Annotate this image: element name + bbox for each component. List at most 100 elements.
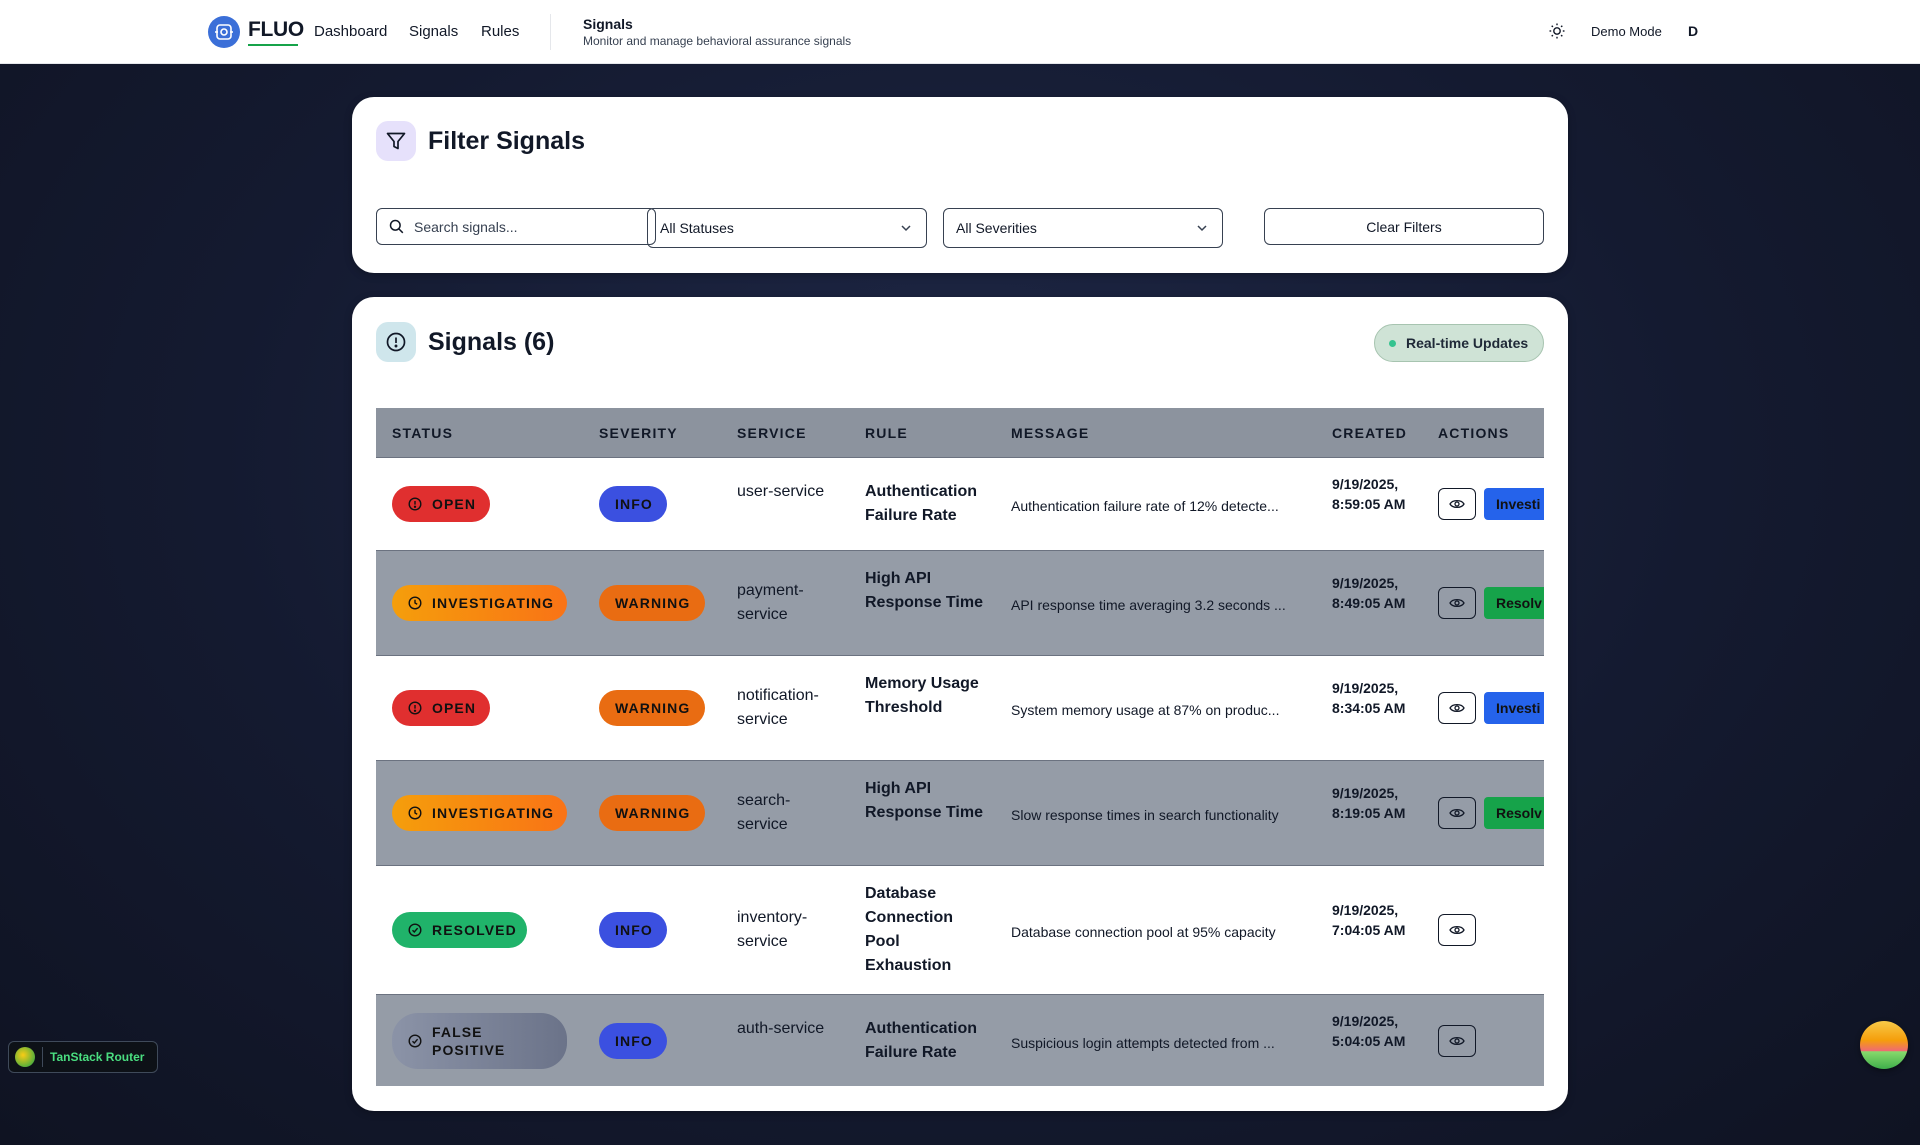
created-timestamp: 9/19/2025, 8:49:05 AM bbox=[1332, 575, 1406, 611]
message-text: Database connection pool at 95% capacity bbox=[1011, 924, 1276, 940]
devtools-label: TanStack Router bbox=[50, 1050, 145, 1064]
nav-link-dashboard[interactable]: Dashboard bbox=[314, 23, 387, 40]
column-header-actions: ACTIONS bbox=[1438, 425, 1510, 441]
created-timestamp: 9/19/2025, 5:04:05 AM bbox=[1332, 1013, 1406, 1049]
table-row[interactable]: FALSE POSITIVE INFO auth-service Authent… bbox=[376, 994, 1544, 1086]
table-row[interactable]: INVESTIGATING WARNING search-service Hig… bbox=[376, 760, 1544, 865]
chevron-down-icon bbox=[1197, 225, 1207, 232]
realtime-updates-badge: Real-time Updates bbox=[1374, 324, 1544, 362]
message-text: System memory usage at 87% on produc... bbox=[1011, 702, 1280, 718]
service-name: search-service bbox=[737, 792, 791, 833]
column-header-created[interactable]: CREATED bbox=[1332, 425, 1407, 441]
demo-mode-button[interactable]: Demo Mode bbox=[1591, 24, 1662, 39]
created-timestamp: 9/19/2025, 7:04:05 AM bbox=[1332, 902, 1406, 938]
service-name: user-service bbox=[737, 483, 825, 500]
rule-name: Memory Usage Threshold bbox=[865, 675, 979, 716]
nav-divider bbox=[550, 14, 551, 50]
column-header-rule[interactable]: RULE bbox=[865, 425, 908, 441]
message-text: Suspicious login attempts detected from … bbox=[1011, 1035, 1275, 1051]
signals-table: STATUS SEVERITY SERVICE RULE MESSAGE CRE… bbox=[376, 408, 1544, 1086]
filter-card: Filter Signals All Statuses All Severiti… bbox=[352, 97, 1568, 273]
eye-icon bbox=[1449, 808, 1465, 818]
column-header-severity[interactable]: SEVERITY bbox=[599, 425, 678, 441]
signals-card-title: Signals (6) bbox=[428, 328, 555, 356]
status-badge: INVESTIGATING bbox=[392, 585, 567, 621]
severity-select[interactable]: All Severities bbox=[943, 208, 1223, 248]
severity-badge: INFO bbox=[599, 486, 667, 522]
nav-link-signals[interactable]: Signals bbox=[409, 23, 458, 40]
view-details-button[interactable] bbox=[1438, 797, 1476, 829]
column-header-service[interactable]: SERVICE bbox=[737, 425, 807, 441]
top-navbar: FLUO Dashboard Signals Rules Signals Mon… bbox=[0, 0, 1920, 64]
status-badge: OPEN bbox=[392, 690, 490, 726]
filter-funnel-icon bbox=[376, 121, 416, 161]
search-field[interactable] bbox=[376, 208, 656, 245]
live-dot-icon bbox=[1389, 339, 1396, 347]
table-row[interactable]: OPEN INFO user-service Authentication Fa… bbox=[376, 457, 1544, 550]
service-name: payment-service bbox=[737, 582, 804, 623]
created-timestamp: 9/19/2025, 8:19:05 AM bbox=[1332, 785, 1406, 821]
theme-toggle-sun-icon[interactable] bbox=[1548, 22, 1566, 40]
query-devtools-logo-icon[interactable] bbox=[1860, 1021, 1908, 1069]
view-details-button[interactable] bbox=[1438, 692, 1476, 724]
severity-badge: WARNING bbox=[599, 795, 705, 831]
severity-badge: WARNING bbox=[599, 585, 705, 621]
status-badge: INVESTIGATING bbox=[392, 795, 567, 831]
table-row[interactable]: INVESTIGATING WARNING payment-service Hi… bbox=[376, 550, 1544, 655]
severity-badge: WARNING bbox=[599, 690, 705, 726]
signals-card: Signals (6) Real-time Updates STATUS SEV… bbox=[352, 297, 1568, 1111]
nav-link-rules[interactable]: Rules bbox=[481, 23, 519, 40]
investigate-button[interactable]: Investi bbox=[1484, 488, 1544, 520]
devtools-divider bbox=[42, 1047, 43, 1067]
brand-name[interactable]: FLUO bbox=[248, 18, 304, 42]
column-header-status[interactable]: STATUS bbox=[392, 425, 453, 441]
view-details-button[interactable] bbox=[1438, 914, 1476, 946]
service-name: inventory-service bbox=[737, 909, 808, 950]
status-badge: RESOLVED bbox=[392, 912, 527, 948]
page-title: Signals bbox=[583, 16, 633, 32]
eye-icon bbox=[1449, 1036, 1465, 1046]
user-avatar[interactable]: D bbox=[1688, 23, 1698, 39]
status-badge: FALSE POSITIVE bbox=[392, 1013, 567, 1069]
rule-name: High API Response Time bbox=[865, 780, 983, 821]
eye-icon bbox=[1449, 499, 1465, 509]
severity-select-value: All Severities bbox=[956, 220, 1037, 236]
search-input[interactable] bbox=[414, 218, 634, 235]
rule-name: High API Response Time bbox=[865, 570, 983, 611]
fluo-logo-icon[interactable] bbox=[208, 16, 240, 48]
service-name: notification-service bbox=[737, 687, 819, 728]
created-timestamp: 9/19/2025, 8:34:05 AM bbox=[1332, 680, 1406, 716]
rule-name: Authentication Failure Rate bbox=[865, 1020, 977, 1061]
table-header: STATUS SEVERITY SERVICE RULE MESSAGE CRE… bbox=[376, 408, 1544, 457]
page-subtitle: Monitor and manage behavioral assurance … bbox=[583, 34, 852, 48]
status-select-value: All Statuses bbox=[660, 220, 734, 236]
message-text: API response time averaging 3.2 seconds … bbox=[1011, 597, 1286, 613]
eye-icon bbox=[1449, 598, 1465, 608]
severity-badge: INFO bbox=[599, 1023, 667, 1059]
view-details-button[interactable] bbox=[1438, 488, 1476, 520]
message-text: Authentication failure rate of 12% detec… bbox=[1011, 498, 1279, 514]
filter-card-title: Filter Signals bbox=[428, 127, 585, 155]
resolve-button[interactable]: Resolv bbox=[1484, 587, 1544, 619]
view-details-button[interactable] bbox=[1438, 587, 1476, 619]
service-name: auth-service bbox=[737, 1020, 825, 1037]
chevron-down-icon bbox=[901, 225, 911, 232]
alert-circle-icon bbox=[376, 322, 416, 362]
tanstack-logo-icon bbox=[15, 1047, 35, 1067]
resolve-button[interactable]: Resolv bbox=[1484, 797, 1544, 829]
investigate-button[interactable]: Investi bbox=[1484, 692, 1544, 724]
view-details-button[interactable] bbox=[1438, 1025, 1476, 1057]
created-timestamp: 9/19/2025, 8:59:05 AM bbox=[1332, 476, 1406, 512]
rule-name: Authentication Failure Rate bbox=[865, 483, 977, 524]
active-underline bbox=[248, 44, 298, 46]
table-row[interactable]: RESOLVED INFO inventory-service Database… bbox=[376, 865, 1544, 994]
status-badge: OPEN bbox=[392, 486, 490, 522]
eye-icon bbox=[1449, 925, 1465, 935]
tanstack-router-devtools-button[interactable]: TanStack Router bbox=[8, 1041, 158, 1073]
clear-filters-button[interactable]: Clear Filters bbox=[1264, 208, 1544, 245]
realtime-label: Real-time Updates bbox=[1406, 335, 1529, 351]
table-row[interactable]: OPEN WARNING notification-service Memory… bbox=[376, 655, 1544, 760]
status-select[interactable]: All Statuses bbox=[647, 208, 927, 248]
eye-icon bbox=[1449, 703, 1465, 713]
column-header-message[interactable]: MESSAGE bbox=[1011, 425, 1089, 441]
